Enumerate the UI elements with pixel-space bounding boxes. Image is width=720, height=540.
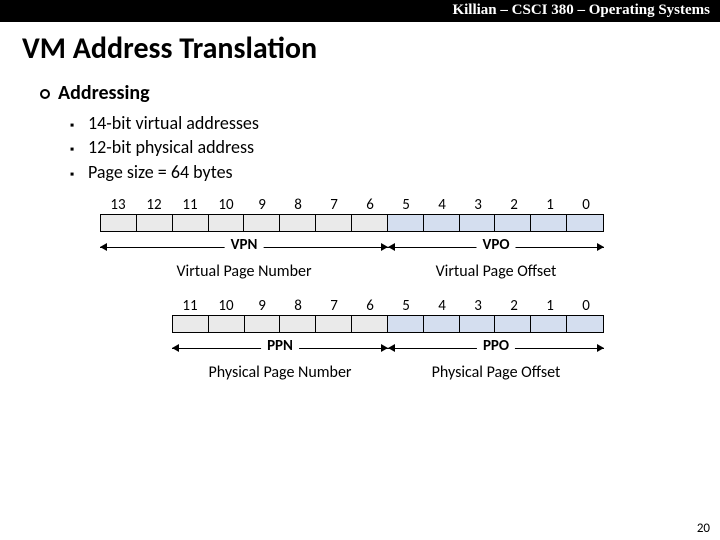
bit-num: 3 [460, 297, 496, 315]
bit-cell [531, 215, 567, 231]
vpn-desc: Virtual Page Number [100, 262, 388, 281]
bullet-item: Page size = 64 bytes [70, 160, 720, 184]
bit-num: 11 [172, 196, 208, 214]
bit-cell [173, 316, 209, 332]
bit-cell [352, 215, 388, 231]
ppn-desc: Physical Page Number [172, 363, 388, 382]
ppn-label: PPN [261, 337, 299, 355]
bit-num: 5 [388, 196, 424, 214]
page-number: 20 [697, 521, 710, 536]
ppn-range: PPN [172, 339, 388, 357]
ppo-desc: Physical Page Offset [388, 363, 604, 382]
physical-range-arrows: PPN PPO [172, 339, 604, 361]
bit-cell [209, 215, 245, 231]
bit-num: 13 [100, 196, 136, 214]
bit-cell [424, 215, 460, 231]
bit-cell [388, 316, 424, 332]
bit-num: 3 [460, 196, 496, 214]
bit-num: 10 [208, 196, 244, 214]
bit-cell [495, 215, 531, 231]
bit-cell [245, 316, 281, 332]
bit-cell [460, 316, 496, 332]
bit-cell [567, 316, 603, 332]
ppo-range: PPO [388, 339, 604, 357]
bit-num: 11 [172, 297, 208, 315]
virtual-bit-numbers: 13 12 11 10 9 8 7 6 5 4 3 2 1 0 [100, 196, 720, 214]
physical-desc-row: Physical Page Number Physical Page Offse… [172, 363, 604, 382]
section-label: Addressing [58, 81, 150, 105]
bullet-item: 14-bit virtual addresses [70, 111, 720, 135]
slide-title: VM Address Translation [22, 30, 720, 67]
bit-num: 7 [316, 297, 352, 315]
bit-num: 2 [496, 297, 532, 315]
bit-cell [460, 215, 496, 231]
bit-cell [424, 316, 460, 332]
physical-bit-numbers: 11 10 9 8 7 6 5 4 3 2 1 0 [172, 297, 720, 315]
bit-num: 0 [568, 297, 604, 315]
ppo-label: PPO [477, 337, 515, 355]
bit-cell [316, 316, 352, 332]
bit-cell [280, 215, 316, 231]
bit-num: 4 [424, 196, 460, 214]
bit-num: 12 [136, 196, 172, 214]
slide-header: Killian – CSCI 380 – Operating Systems [0, 0, 720, 22]
bit-cell [495, 316, 531, 332]
bit-num: 2 [496, 196, 532, 214]
bit-cell [388, 215, 424, 231]
slide-content: Addressing 14-bit virtual addresses 12-b… [40, 81, 720, 382]
bit-num: 9 [244, 196, 280, 214]
bit-cell [101, 215, 137, 231]
virtual-desc-row: Virtual Page Number Virtual Page Offset [100, 262, 604, 281]
vpo-label: VPO [477, 236, 516, 254]
bit-cell [531, 316, 567, 332]
bit-num: 1 [532, 297, 568, 315]
bit-num: 6 [352, 196, 388, 214]
bit-num: 10 [208, 297, 244, 315]
section-heading: Addressing [40, 81, 720, 105]
physical-bit-cells [172, 315, 604, 333]
bit-num: 8 [280, 297, 316, 315]
bit-num: 0 [568, 196, 604, 214]
bit-cell [316, 215, 352, 231]
bullet-ring-icon [40, 89, 50, 99]
vpo-range: VPO [388, 238, 604, 256]
bit-num: 5 [388, 297, 424, 315]
bit-cell [352, 316, 388, 332]
bullet-item: 12-bit physical address [70, 135, 720, 159]
vpn-label: VPN [225, 236, 264, 254]
vpo-desc: Virtual Page Offset [388, 262, 604, 281]
bit-num: 1 [532, 196, 568, 214]
virtual-address-diagram: 13 12 11 10 9 8 7 6 5 4 3 2 1 0 [100, 196, 720, 281]
bit-num: 7 [316, 196, 352, 214]
bit-cell [244, 215, 280, 231]
bit-cell [567, 215, 603, 231]
bit-cell [280, 316, 316, 332]
virtual-range-arrows: VPN VPO [100, 238, 604, 260]
bit-cell [137, 215, 173, 231]
bit-num: 9 [244, 297, 280, 315]
bit-cell [173, 215, 209, 231]
bit-num: 6 [352, 297, 388, 315]
bit-num: 8 [280, 196, 316, 214]
bit-num: 4 [424, 297, 460, 315]
bullet-list: 14-bit virtual addresses 12-bit physical… [70, 111, 720, 184]
vpn-range: VPN [100, 238, 388, 256]
virtual-bit-cells [100, 214, 604, 232]
bit-cell [209, 316, 245, 332]
physical-address-diagram: 11 10 9 8 7 6 5 4 3 2 1 0 [136, 297, 720, 382]
